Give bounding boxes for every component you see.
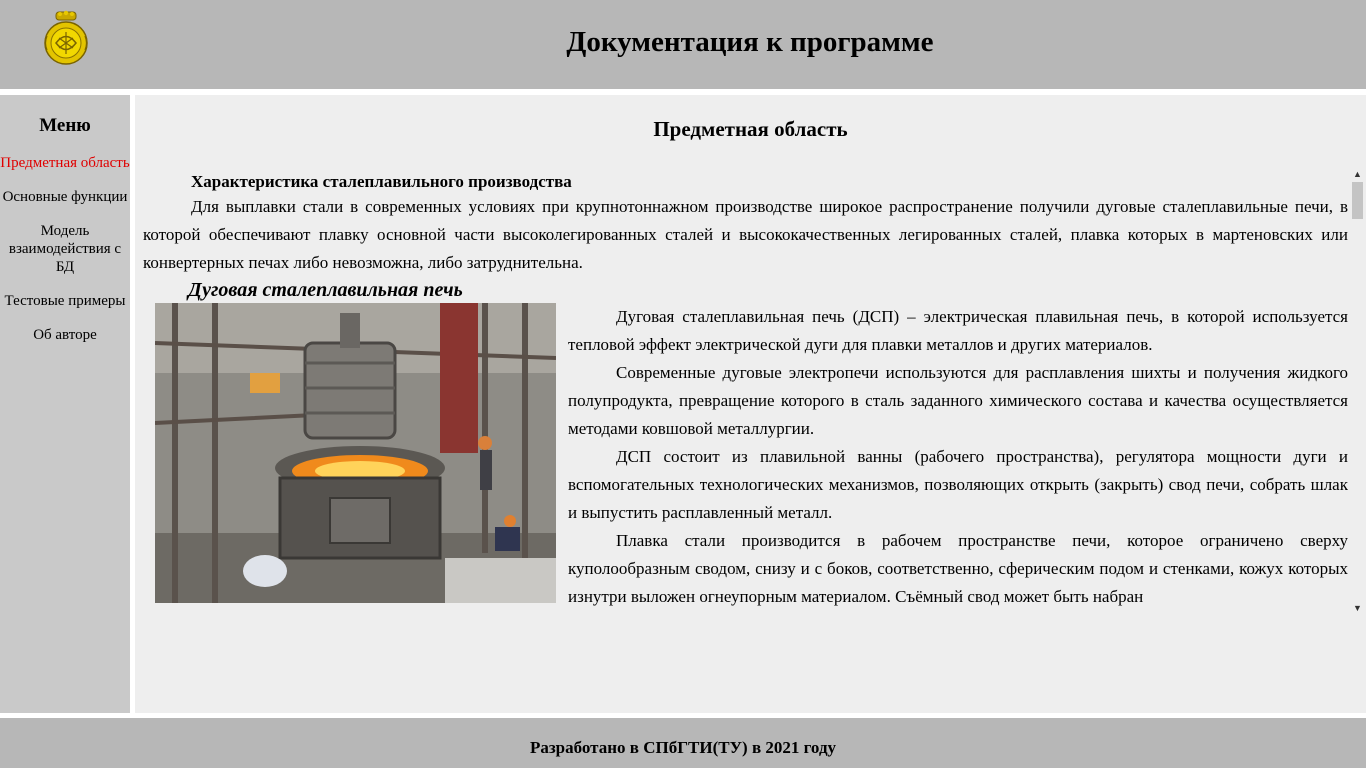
menu-item-subject-area[interactable]: Предметная область [0, 154, 130, 172]
intro-paragraph: Для выплавки стали в современных условия… [143, 197, 1348, 272]
scroll-down-arrow-icon[interactable]: ▼ [1349, 601, 1366, 615]
menu-item-about-author[interactable]: Об авторе [0, 326, 130, 344]
scroll-up-arrow-icon[interactable]: ▲ [1349, 167, 1366, 181]
content-scroll-area[interactable]: Характеристика сталеплавильного производ… [143, 170, 1348, 612]
vertical-scrollbar[interactable]: ▲ ▼ [1349, 167, 1366, 615]
menu-list: Предметная область Основные функции Моде… [0, 154, 130, 360]
menu-title: Меню [39, 115, 91, 136]
menu-item-test-examples[interactable]: Тестовые примеры [0, 292, 130, 310]
scrollbar-thumb[interactable] [1352, 182, 1363, 219]
menu-item-db-model[interactable]: Модель взаимодействия с БД [0, 222, 130, 276]
sidebar-menu: Меню Предметная область Основные функции… [0, 95, 130, 713]
menu-item-main-functions[interactable]: Основные функции [0, 188, 130, 206]
main-content: Предметная область Характеристика сталеп… [135, 95, 1366, 713]
subheading: Характеристика сталеплавильного производ… [191, 172, 572, 191]
furnace-heading: Дуговая сталеплавильная печь [188, 279, 463, 301]
page-footer: Разработано в СПбГТИ(ТУ) в 2021 году [0, 718, 1366, 768]
page-header: Документация к программе [0, 0, 1366, 89]
footer-text: Разработано в СПбГТИ(ТУ) в 2021 году [529, 738, 837, 757]
page-title: Документация к программе [566, 26, 934, 58]
electric-arc-furnace-photo [155, 303, 556, 603]
section-title: Предметная область [653, 117, 848, 141]
